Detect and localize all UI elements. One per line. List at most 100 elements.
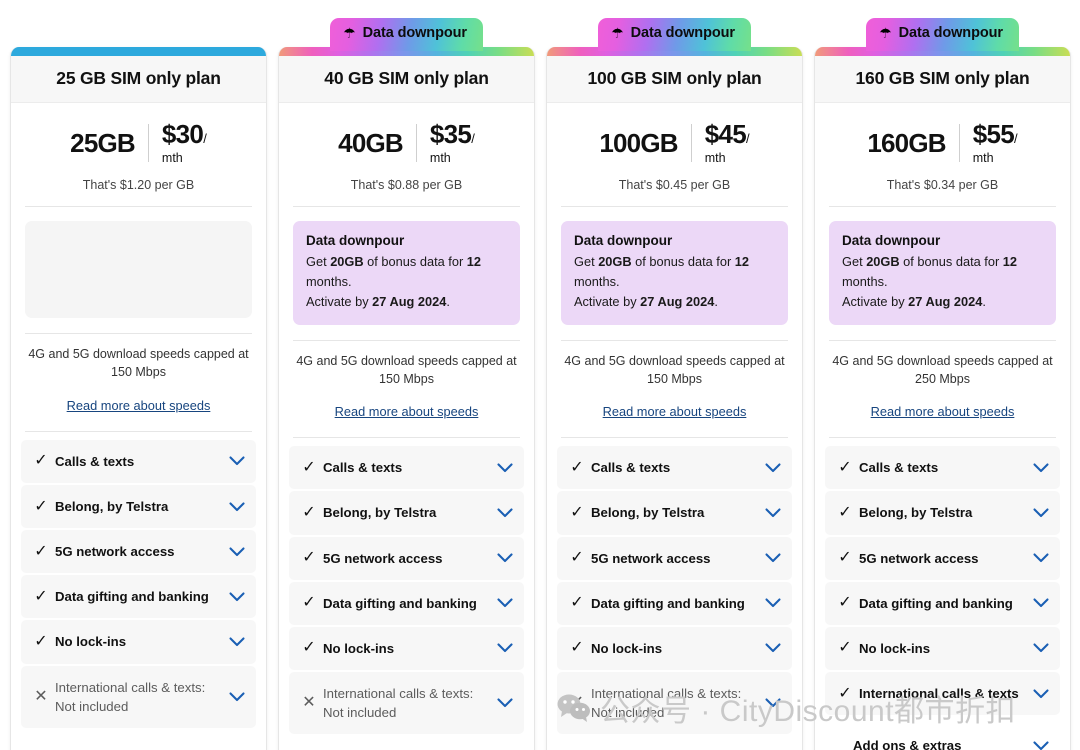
check-icon: ✓ bbox=[570, 503, 584, 521]
chevron-down-icon[interactable] bbox=[228, 501, 246, 512]
chevron-down-icon[interactable] bbox=[1032, 463, 1050, 473]
feature-label: 5G network access bbox=[591, 550, 711, 566]
feature-row[interactable]: ✓ International calls & texts bbox=[825, 671, 1060, 716]
chevron-down-icon[interactable] bbox=[1032, 688, 1050, 699]
chevron-down-icon[interactable] bbox=[1032, 508, 1050, 518]
feature-row[interactable]: ✓ Belong, by Telstra bbox=[21, 484, 256, 529]
chevron-down-icon[interactable] bbox=[764, 553, 782, 563]
promo-text-a: Get bbox=[842, 254, 867, 270]
add-ons-extras-row[interactable]: Add ons & extras bbox=[21, 734, 256, 750]
add-ons-extras-row[interactable]: Add ons & extras bbox=[825, 721, 1060, 750]
add-ons-label: Add ons & extras bbox=[853, 738, 962, 750]
chevron-down-icon[interactable] bbox=[496, 598, 514, 608]
data-downpour-badge[interactable]: ☂ Data downpour bbox=[598, 18, 751, 51]
add-ons-extras-row[interactable]: Add ons & extras bbox=[289, 740, 524, 750]
feature-row[interactable]: ✓ Data gifting and banking bbox=[825, 581, 1060, 625]
price-amount: $35 bbox=[429, 119, 472, 149]
feature-row[interactable]: ✓ Calls & texts bbox=[825, 446, 1060, 490]
check-icon: ✓ bbox=[570, 639, 584, 657]
feature-row[interactable]: ✓ 5G network access bbox=[21, 530, 256, 574]
chevron-down-icon[interactable] bbox=[764, 643, 782, 653]
feature-label: Belong, by Telstra bbox=[323, 505, 437, 521]
feature-row[interactable]: ✓ Calls & texts bbox=[557, 446, 792, 490]
chevron-down-icon[interactable] bbox=[764, 698, 782, 708]
promo-bonus-amount: 20GB bbox=[866, 254, 900, 270]
feature-row[interactable]: ✓ Calls & texts bbox=[21, 439, 256, 483]
price-block: 40GB $35/ mth That's $0.88 per GB bbox=[279, 103, 534, 206]
plan-card: ☂ Data downpour 100 GB SIM only plan 100GB $… bbox=[546, 18, 803, 750]
chevron-down-icon[interactable] bbox=[228, 547, 246, 557]
feature-row[interactable]: ✓ Data gifting and banking bbox=[21, 575, 256, 619]
feature-row[interactable]: ✓ Belong, by Telstra bbox=[289, 491, 524, 535]
promo-activate-prefix: Activate by bbox=[306, 293, 373, 309]
chevron-down-icon[interactable] bbox=[1032, 553, 1050, 563]
feature-label: International calls & texts: Not include… bbox=[591, 685, 742, 721]
chevron-down-icon[interactable] bbox=[1032, 643, 1050, 653]
chevron-down-icon[interactable] bbox=[228, 592, 246, 602]
feature-row[interactable]: ✓ 5G network access bbox=[557, 536, 792, 580]
feature-list: ✓ Calls & texts ✓ Belong, by Telstra ✓ 5G net… bbox=[279, 438, 534, 750]
data-downpour-badge[interactable]: ☂ Data downpour bbox=[866, 18, 1019, 51]
feature-row[interactable]: ✕ International calls & texts: Not includ… bbox=[289, 671, 524, 735]
feature-row[interactable]: ✓ Data gifting and banking bbox=[289, 581, 524, 625]
chevron-down-icon[interactable] bbox=[496, 463, 514, 473]
promo-bonus-months: 12 bbox=[734, 254, 750, 270]
feature-row[interactable]: ✕ International calls & texts: Not includ… bbox=[557, 671, 792, 735]
plan-card-list: 25 GB SIM only plan 25GB $30/mth That's $1.… bbox=[0, 18, 1080, 750]
chevron-down-icon[interactable] bbox=[764, 508, 782, 518]
feature-row[interactable]: ✓ Calls & texts bbox=[289, 446, 524, 490]
promo-zone: Data downpour Get 20GB of bonus data for … bbox=[547, 207, 802, 339]
read-more-about-speeds-link[interactable]: Read more about speeds bbox=[335, 404, 479, 419]
cross-icon: ✕ bbox=[302, 694, 316, 712]
read-more-about-speeds-link[interactable]: Read more about speeds bbox=[67, 398, 211, 413]
speeds-text: 4G and 5G download speeds capped at 150 … bbox=[28, 347, 249, 380]
feature-row[interactable]: ✓ No lock-ins bbox=[825, 626, 1060, 670]
read-more-about-speeds-link[interactable]: Read more about speeds bbox=[871, 404, 1015, 419]
feature-row[interactable]: ✕ International calls & texts: Not includ… bbox=[21, 665, 256, 728]
feature-list: ✓ Calls & texts ✓ Belong, by Telstra ✓ 5G net… bbox=[11, 432, 266, 750]
promo-bonus-line: Get 20GB of bonus data for 12 months. bbox=[306, 252, 507, 292]
add-ons-extras-row[interactable]: Add ons & extras bbox=[557, 740, 792, 750]
promo-box: Data downpour Get 20GB of bonus data for … bbox=[293, 221, 520, 325]
chevron-down-icon[interactable] bbox=[1032, 741, 1050, 750]
chevron-down-icon[interactable] bbox=[764, 463, 782, 473]
price-amount: $45 bbox=[704, 119, 747, 149]
data-downpour-badge[interactable]: ☂ Data downpour bbox=[330, 18, 483, 51]
speeds-section: 4G and 5G download speeds capped at 150 … bbox=[279, 341, 534, 424]
price-per-gb-note: That's $0.88 per GB bbox=[350, 178, 463, 193]
plans-comparison-page: 25 GB SIM only plan 25GB $30/mth That's $1.… bbox=[0, 0, 1080, 750]
chevron-down-icon[interactable] bbox=[228, 456, 246, 466]
promo-activate-suffix: . bbox=[714, 293, 718, 309]
check-icon: ✓ bbox=[570, 549, 584, 567]
feature-row[interactable]: ✓ Belong, by Telstra bbox=[825, 491, 1060, 535]
plan-card-body: 100 GB SIM only plan 100GB $45/ mth That's $… bbox=[546, 47, 803, 750]
feature-label: Calls & texts bbox=[323, 460, 403, 476]
feature-label: Data gifting and banking bbox=[859, 595, 1013, 611]
promo-activate-suffix: . bbox=[446, 293, 450, 309]
feature-row[interactable]: ✓ 5G network access bbox=[289, 536, 524, 580]
feature-row[interactable]: ✓ Data gifting and banking bbox=[557, 581, 792, 625]
read-more-about-speeds-link[interactable]: Read more about speeds bbox=[603, 404, 747, 419]
chevron-down-icon[interactable] bbox=[496, 698, 514, 708]
feature-row[interactable]: ✓ 5G network access bbox=[825, 536, 1060, 580]
check-icon: ✓ bbox=[838, 503, 852, 521]
chevron-down-icon[interactable] bbox=[228, 637, 246, 647]
chevron-down-icon[interactable] bbox=[764, 598, 782, 608]
promo-bonus-amount: 20GB bbox=[330, 254, 364, 270]
feature-row[interactable]: ✓ No lock-ins bbox=[557, 626, 792, 670]
check-icon: ✓ bbox=[570, 594, 584, 612]
check-icon: ✓ bbox=[34, 542, 48, 560]
chevron-down-icon[interactable] bbox=[228, 692, 246, 702]
price-row: 160GB $55/ mth bbox=[827, 120, 1058, 165]
feature-label: 5G network access bbox=[323, 550, 443, 566]
chevron-down-icon[interactable] bbox=[496, 508, 514, 518]
price-slash: / bbox=[1014, 131, 1018, 146]
chevron-down-icon[interactable] bbox=[496, 553, 514, 563]
feature-row[interactable]: ✓ No lock-ins bbox=[289, 626, 524, 670]
price-money: $55/ mth bbox=[960, 120, 1018, 165]
chevron-down-icon[interactable] bbox=[1032, 598, 1050, 608]
feature-row[interactable]: ✓ Belong, by Telstra bbox=[557, 491, 792, 535]
feature-row[interactable]: ✓ No lock-ins bbox=[21, 620, 256, 664]
card-header: 100 GB SIM only plan bbox=[547, 56, 802, 103]
chevron-down-icon[interactable] bbox=[496, 643, 514, 653]
